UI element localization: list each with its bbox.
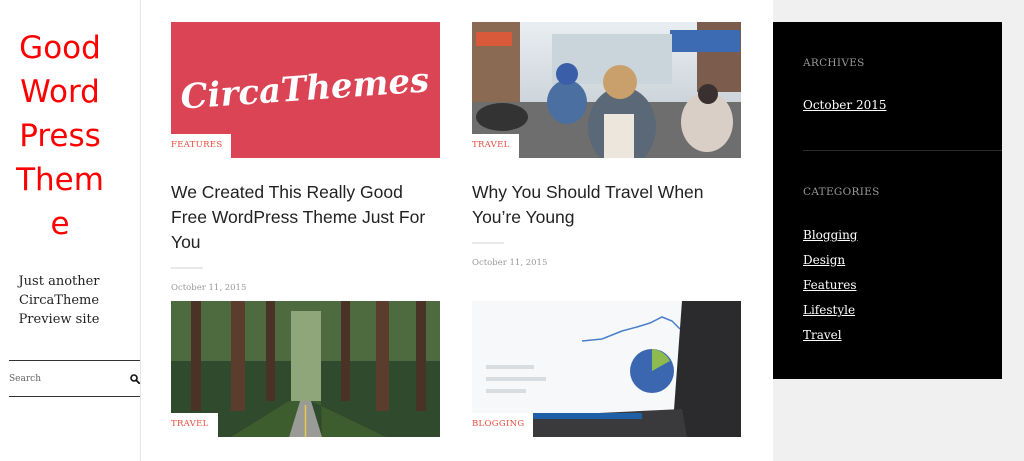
widget-divider <box>803 150 1002 151</box>
posts-area: CircaThemes FEATURES We Created This Rea… <box>141 0 773 461</box>
post-thumbnail[interactable]: CircaThemes FEATURES <box>171 22 440 158</box>
category-link-lifestyle[interactable]: Lifestyle <box>803 303 855 317</box>
category-link-design[interactable]: Design <box>803 253 845 267</box>
title-divider <box>472 242 504 244</box>
search-icon <box>130 373 140 384</box>
post-card: BLOGGING <box>472 301 741 437</box>
post-title[interactable]: Why You Should Travel When You’re Young <box>472 180 741 230</box>
site-sidebar: Good Word Press Theme Just another Circa… <box>0 0 141 461</box>
post-category[interactable]: FEATURES <box>171 134 232 158</box>
category-link-features[interactable]: Features <box>803 278 856 292</box>
post-title[interactable]: We Created This Really Good Free WordPre… <box>171 180 440 255</box>
post-card: CircaThemes FEATURES We Created This Rea… <box>171 22 440 293</box>
post-thumbnail[interactable]: TRAVEL <box>472 22 741 158</box>
search-input[interactable] <box>9 373 130 384</box>
title-divider <box>171 267 203 269</box>
category-link-travel[interactable]: Travel <box>803 328 842 342</box>
site-title[interactable]: Good Word Press Theme <box>8 26 112 246</box>
post-date: October 11, 2015 <box>472 258 548 268</box>
post-category[interactable]: BLOGGING <box>472 413 534 437</box>
post-thumbnail[interactable]: TRAVEL <box>171 301 440 437</box>
post-category[interactable]: TRAVEL <box>171 413 218 437</box>
post-card: TRAVEL <box>171 301 440 437</box>
post-card: TRAVEL Why You Should Travel When You’re… <box>472 22 741 268</box>
category-link-blogging[interactable]: Blogging <box>803 228 858 242</box>
archives-widget-title: ARCHIVES <box>803 57 865 69</box>
post-thumbnail[interactable]: BLOGGING <box>472 301 741 437</box>
search-button[interactable] <box>130 361 140 396</box>
widget-sidebar: ARCHIVES October 2015 CATEGORIES Bloggin… <box>773 22 1002 379</box>
search-form <box>9 360 140 397</box>
post-date: October 11, 2015 <box>171 283 247 293</box>
post-category[interactable]: TRAVEL <box>472 134 519 158</box>
site-tagline: Just another CircaTheme Preview site <box>18 274 100 327</box>
categories-widget-title: CATEGORIES <box>803 186 880 198</box>
archive-link[interactable]: October 2015 <box>803 98 886 112</box>
